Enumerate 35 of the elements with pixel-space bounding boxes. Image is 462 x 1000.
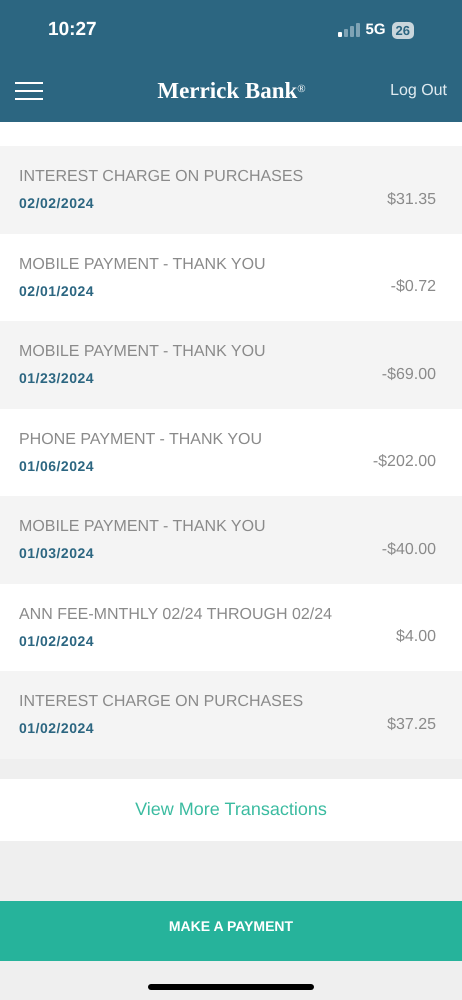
transaction-amount: $31.35 <box>387 190 437 210</box>
bank-logo: Merrick Bank$^{®}$ <box>157 76 306 105</box>
transaction-description: INTEREST CHARGE ON PURCHASES <box>19 692 304 712</box>
transaction-date: 01/02/2024 <box>19 719 96 738</box>
transaction-description: PHONE PAYMENT - THANK YOU <box>19 430 264 450</box>
transaction-row[interactable]: INTEREST CHARGE ON PURCHASES 02/02/2024 $31.35 <box>0 146 462 234</box>
network-label: 5G <box>366 20 386 40</box>
transaction-row[interactable]: ANN FEE-MNTHLY 02/24 THROUGH 02/24 01/02/2024 $4.00 <box>0 584 462 671</box>
transaction-date: 01/06/2024 <box>19 456 96 476</box>
signal-icon <box>338 23 360 37</box>
transaction-date: 02/01/2024 <box>19 282 96 301</box>
transaction-date: 01/03/2024 <box>19 544 96 564</box>
transaction-description: MOBILE PAYMENT - THANK YOU <box>19 342 267 362</box>
transaction-amount: -$0.72 <box>390 277 437 298</box>
transaction-amount: -$40.00 <box>382 540 437 560</box>
transaction-row[interactable]: PHONE PAYMENT - THANK YOU 01/06/2024 -$202.00 <box>0 408 462 496</box>
status-time: 10:27 <box>48 18 97 42</box>
transaction-amount: $4.00 <box>396 627 437 648</box>
transaction-description: MOBILE PAYMENT - THANK YOU <box>19 254 267 275</box>
transaction-amount: -$69.00 <box>382 364 437 385</box>
transaction-amount: $37.25 <box>387 714 437 735</box>
transaction-row[interactable]: MOBILE PAYMENT - THANK YOU 01/03/2024 -$40.00 <box>0 496 462 584</box>
transaction-row[interactable]: MOBILE PAYMENT - THANK YOU 01/23/2024 -$69.00 <box>0 321 462 408</box>
transaction-date: 02/02/2024 <box>19 194 96 214</box>
transaction-row[interactable]: MOBILE PAYMENT - THANK YOU 02/01/2024 -$0.72 <box>0 234 462 321</box>
log-out-link[interactable]: Log Out <box>390 79 447 103</box>
transaction-date: 01/23/2024 <box>19 369 96 388</box>
menu-icon[interactable] <box>15 82 43 100</box>
transaction-description: MOBILE PAYMENT - THANK YOU <box>19 517 267 538</box>
transaction-description: ANN FEE-MNTHLY 02/24 THROUGH 02/24 <box>19 604 333 625</box>
transaction-date: 01/02/2024 <box>19 632 96 651</box>
transaction-description: INTEREST CHARGE ON PURCHASES <box>19 167 304 188</box>
transaction-row[interactable]: INTEREST CHARGE ON PURCHASES 01/02/2024 $37.25 <box>0 671 462 758</box>
battery-level: 26 <box>392 22 414 38</box>
transaction-amount: -$202.00 <box>372 452 437 472</box>
